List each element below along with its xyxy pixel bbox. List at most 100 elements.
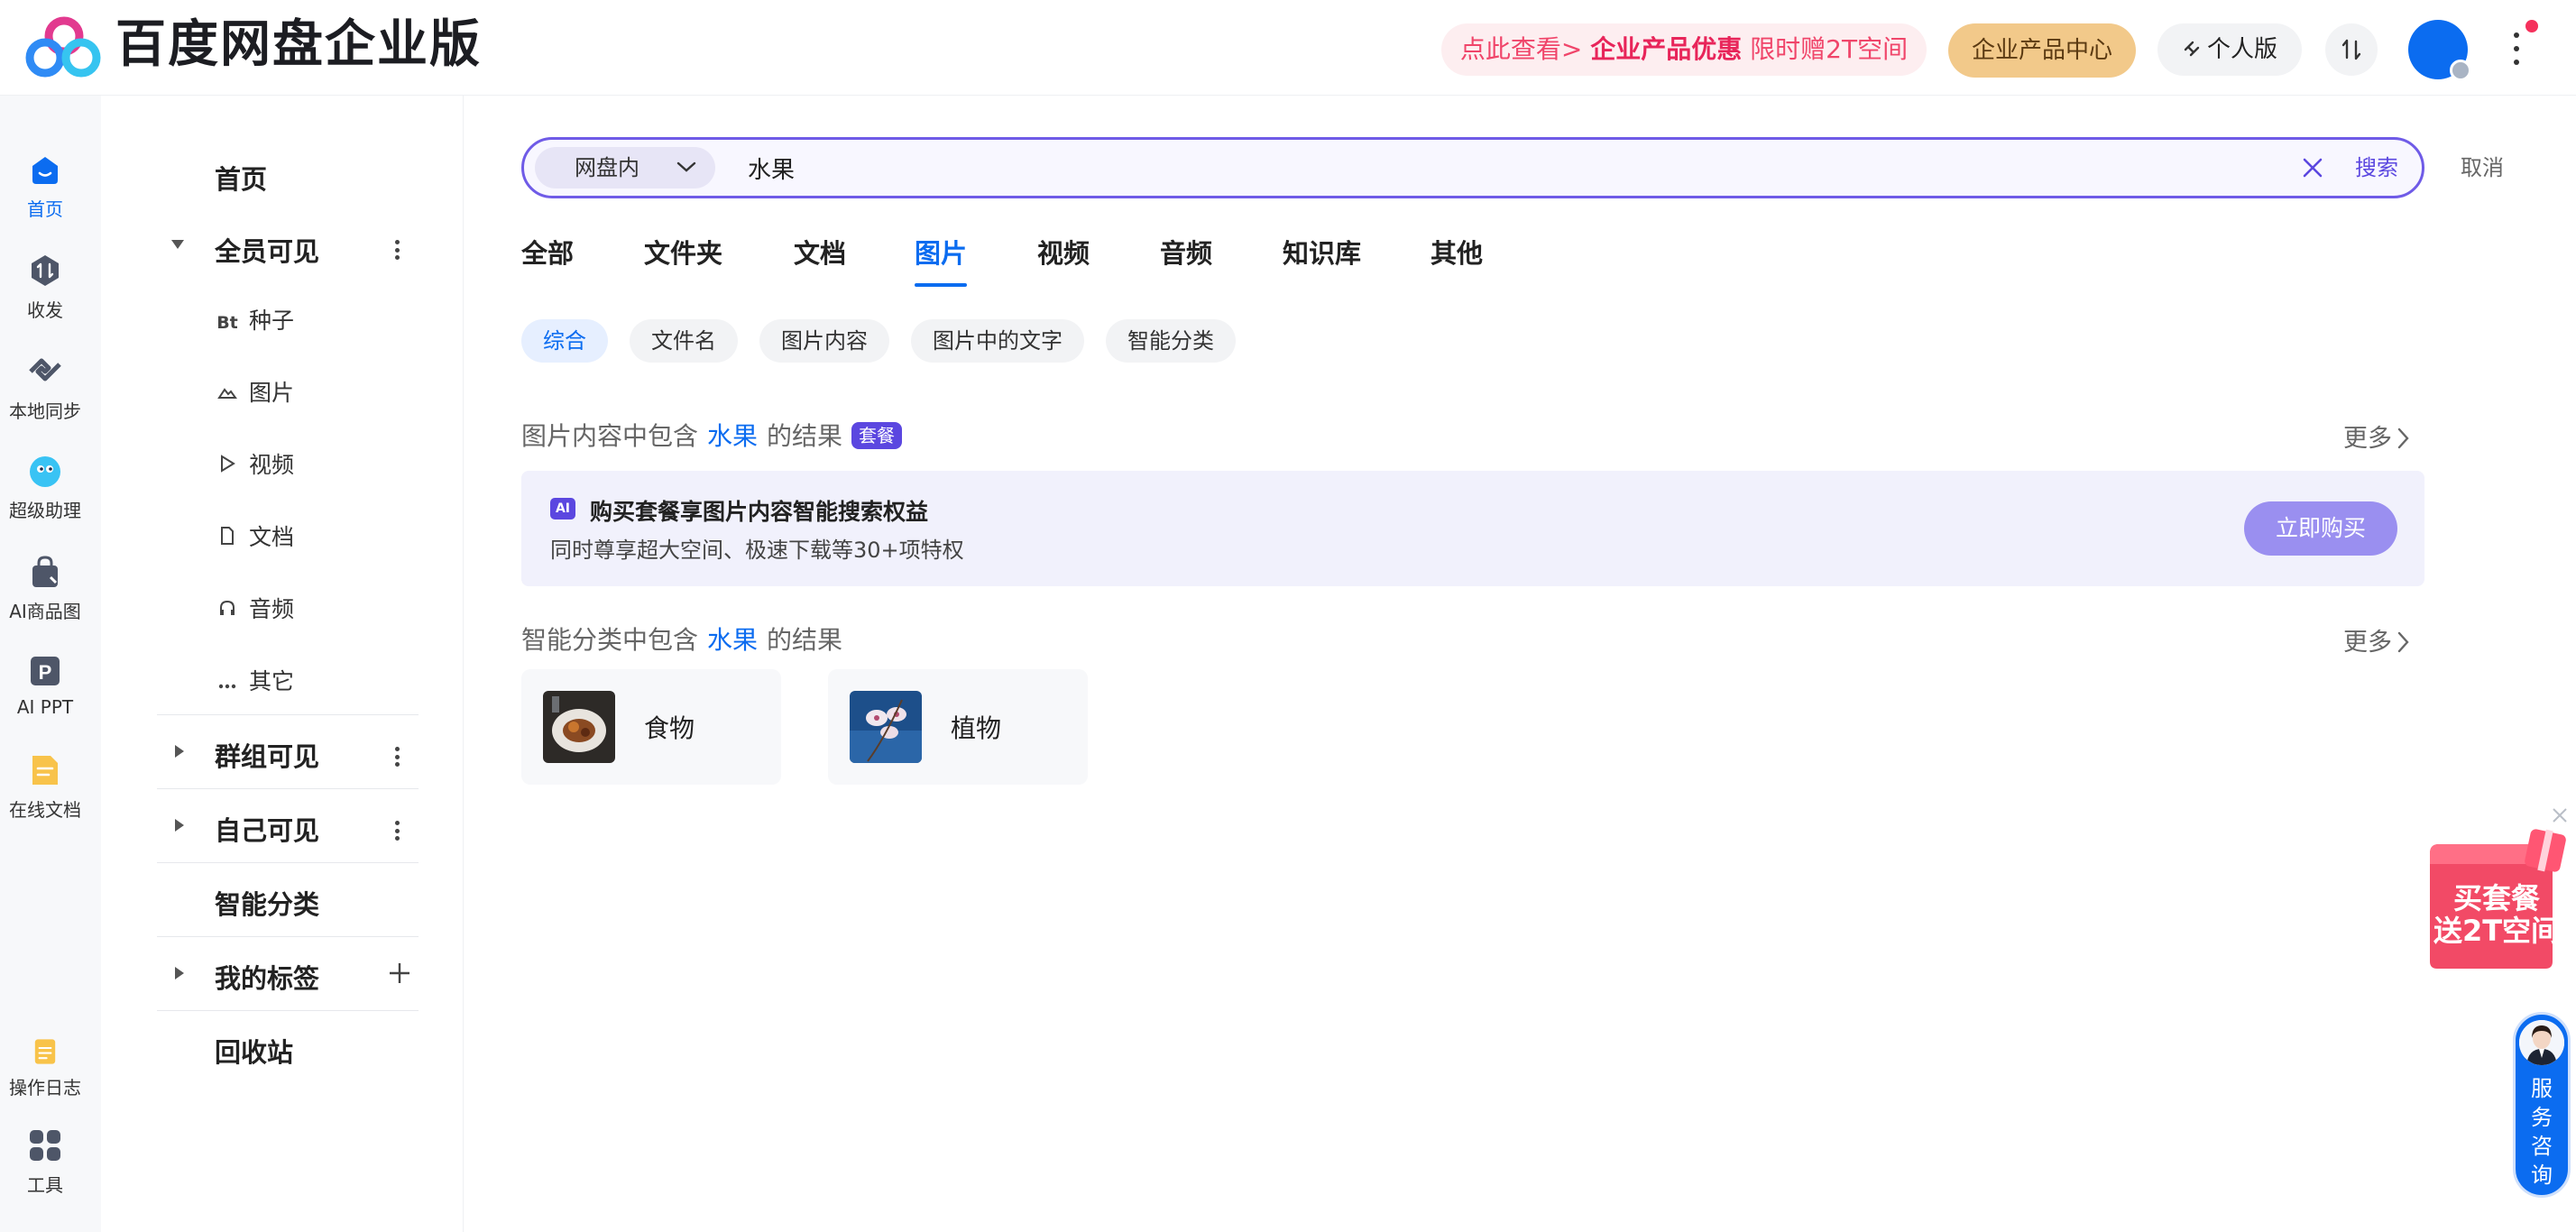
rail-label-home: 首页 xyxy=(27,198,63,220)
close-float-promo-icon[interactable] xyxy=(2551,806,2569,824)
nav-group-visible[interactable]: 群组可见 xyxy=(215,736,319,774)
tab-image[interactable]: 图片 xyxy=(915,233,967,271)
category-result-keyword: 水果 xyxy=(707,625,759,655)
collapse-caret-icon[interactable] xyxy=(171,240,184,249)
service-char: 服 xyxy=(2531,1076,2553,1101)
rail-item-transfer[interactable]: 收发 xyxy=(0,253,90,322)
search-button[interactable]: 搜索 xyxy=(2355,149,2398,187)
play-icon xyxy=(216,455,238,477)
nav-divider xyxy=(157,714,419,715)
float-promo[interactable]: 买套餐 送2T空间 xyxy=(2426,826,2576,970)
rail-item-home[interactable]: 首页 xyxy=(0,152,90,221)
rail-item-assistant[interactable]: 超级助理 xyxy=(0,453,90,522)
rail-label-assistant: 超级助理 xyxy=(9,500,81,521)
nav-divider xyxy=(157,788,419,789)
sync-icon xyxy=(29,358,61,382)
expand-caret-icon[interactable] xyxy=(175,967,184,979)
rail-item-ai-ppt[interactable]: P AI PPT xyxy=(0,653,90,718)
filter-chip-image-text[interactable]: 图片中的文字 xyxy=(911,319,1084,363)
float-promo-line2: 送2T空间 xyxy=(2433,914,2561,948)
rail-label-transfer: 收发 xyxy=(27,299,63,321)
tab-folder[interactable]: 文件夹 xyxy=(644,233,722,271)
transfer-list-button[interactable] xyxy=(2325,23,2378,76)
tab-knowledge-base[interactable]: 知识库 xyxy=(1283,233,1361,271)
nav-sub-doc[interactable]: 文档 xyxy=(216,519,294,552)
nav-home[interactable]: 首页 xyxy=(215,159,267,197)
add-tag-icon[interactable] xyxy=(388,961,411,985)
filter-chip-comprehensive[interactable]: 综合 xyxy=(521,319,608,363)
top-header: 百度网盘企业版 点此查看> 企业产品优惠 限时赠2T空间 企业产品中心 个人版 xyxy=(0,0,2576,96)
self-visible-kebab-icon[interactable] xyxy=(393,821,400,841)
nav-smart-category[interactable]: 智能分类 xyxy=(215,884,319,922)
promo-part-1: 点此查看> xyxy=(1459,34,1591,64)
banner-subtitle: 同时尊享超大空间、极速下载等30+项特权 xyxy=(550,538,964,563)
tab-all[interactable]: 全部 xyxy=(521,233,574,271)
switch-icon xyxy=(2184,41,2200,56)
nav-divider xyxy=(157,862,419,863)
rail-item-sync[interactable]: 本地同步 xyxy=(0,354,90,423)
nav-my-tags[interactable]: 我的标签 xyxy=(215,958,319,996)
rail-label-ai-product: AI商品图 xyxy=(9,601,81,622)
rail-label-ai-ppt: AI PPT xyxy=(16,696,74,718)
tab-audio[interactable]: 音频 xyxy=(1160,233,1212,271)
search-input[interactable] xyxy=(748,149,1830,187)
group-visible-kebab-icon[interactable] xyxy=(393,747,400,767)
search-scope-label: 网盘内 xyxy=(575,155,639,180)
nav-sub-image[interactable]: 图片 xyxy=(216,375,294,408)
category-card-food[interactable]: 食物 xyxy=(521,669,781,785)
home-icon xyxy=(32,157,58,184)
filter-chip-image-content[interactable]: 图片内容 xyxy=(759,319,889,363)
service-consult-text: 服 务 咨 询 xyxy=(2516,1074,2568,1190)
nav-all-visible[interactable]: 全员可见 xyxy=(215,231,319,269)
banner-title: 购买套餐享图片内容智能搜索权益 xyxy=(590,499,929,525)
category-more-link[interactable]: 更多 xyxy=(2343,622,2410,657)
chevron-right-icon xyxy=(2397,631,2409,652)
content-result-title: 图片内容中包含 水果 的结果 套餐 xyxy=(521,417,903,453)
personal-edition-button[interactable]: 个人版 xyxy=(2157,23,2302,76)
category-result-prefix: 智能分类中包含 xyxy=(521,625,699,655)
rail-item-log[interactable]: 操作日志 xyxy=(0,1037,90,1099)
expand-caret-icon[interactable] xyxy=(175,819,184,832)
rail-item-online-doc[interactable]: 在线文档 xyxy=(0,752,90,822)
more-icon xyxy=(216,672,238,694)
content-more-link[interactable]: 更多 xyxy=(2343,418,2410,454)
user-avatar[interactable] xyxy=(2408,20,2471,81)
tab-document[interactable]: 文档 xyxy=(794,233,846,271)
filter-chip-filename[interactable]: 文件名 xyxy=(630,319,738,363)
category-card-plant[interactable]: 植物 xyxy=(828,669,1088,785)
nav-sub-audio[interactable]: 音频 xyxy=(216,592,294,624)
rail-label-online-doc: 在线文档 xyxy=(9,799,81,821)
notification-dot xyxy=(2525,20,2538,32)
filter-chip-smart-category[interactable]: 智能分类 xyxy=(1106,319,1236,363)
app-root: 百度网盘企业版 点此查看> 企业产品优惠 限时赠2T空间 企业产品中心 个人版 xyxy=(0,0,2576,1232)
nav-recycle-bin[interactable]: 回收站 xyxy=(215,1032,293,1070)
cancel-search-button[interactable]: 取消 xyxy=(2461,150,2504,186)
rail-item-tools[interactable]: 工具 xyxy=(0,1127,90,1197)
verified-badge-icon xyxy=(2450,60,2471,81)
nav-sub-other[interactable]: 其它 xyxy=(216,664,294,696)
headphone-icon xyxy=(216,599,238,621)
app-title: 百度网盘企业版 xyxy=(115,15,482,74)
ai-badge-icon: AI xyxy=(550,498,575,519)
promo-banner[interactable]: 点此查看> 企业产品优惠 限时赠2T空间 xyxy=(1441,23,1927,76)
doc-icon xyxy=(216,527,238,549)
service-consult-button[interactable]: 服 务 咨 询 xyxy=(2513,1012,2571,1198)
expand-caret-icon[interactable] xyxy=(175,745,184,758)
ai-product-icon xyxy=(32,556,58,587)
baidu-netdisk-logo-icon[interactable] xyxy=(25,16,103,78)
clear-search-icon[interactable] xyxy=(2301,156,2324,179)
buy-now-button[interactable]: 立即购买 xyxy=(2244,501,2397,556)
content-result-prefix: 图片内容中包含 xyxy=(521,421,699,451)
search-scope-select[interactable]: 网盘内 xyxy=(535,147,715,188)
more-menu-icon[interactable] xyxy=(2506,32,2527,65)
nav-sub-seed[interactable]: Bt 种子 xyxy=(216,303,294,336)
tab-other[interactable]: 其他 xyxy=(1431,233,1483,271)
rail-label-tools: 工具 xyxy=(27,1174,63,1196)
rail-item-ai-product[interactable]: AI商品图 xyxy=(0,554,90,623)
nav-sub-seed-label: 种子 xyxy=(249,308,295,334)
all-visible-kebab-icon[interactable] xyxy=(393,240,400,260)
nav-self-visible[interactable]: 自己可见 xyxy=(215,810,319,848)
tab-video[interactable]: 视频 xyxy=(1037,233,1090,271)
enterprise-center-button[interactable]: 企业产品中心 xyxy=(1948,23,2136,78)
nav-sub-video[interactable]: 视频 xyxy=(216,447,294,480)
